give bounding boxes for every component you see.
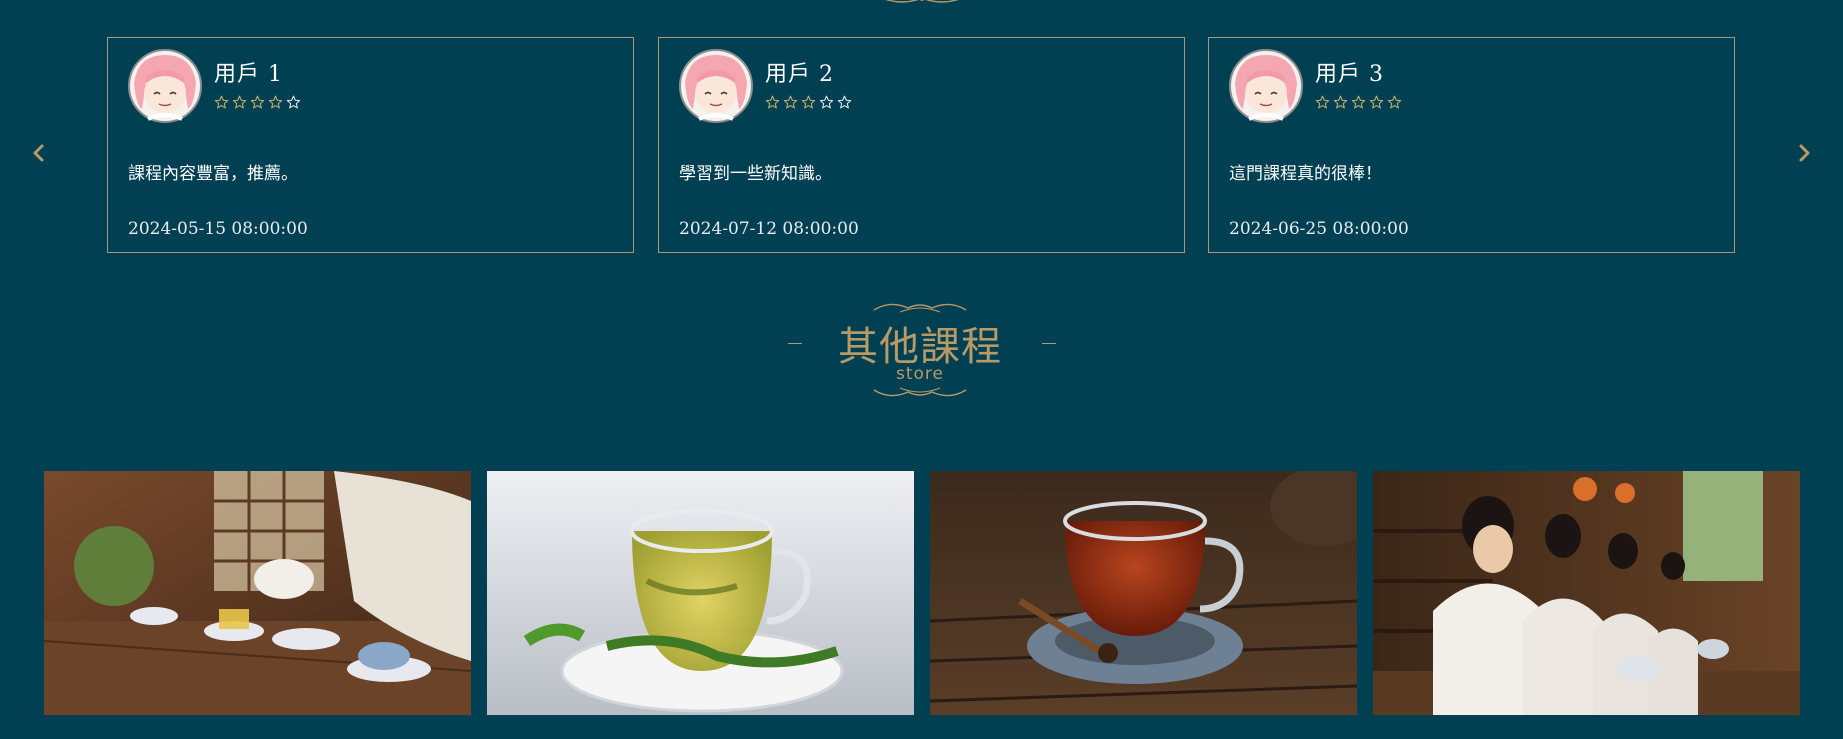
- user-name: 用戶 2: [765, 62, 834, 87]
- star-rating: [765, 95, 852, 110]
- review-date: 2024-06-25 08:00:00: [1229, 219, 1409, 239]
- chevron-right-icon[interactable]: [1792, 141, 1816, 165]
- star-rating: [214, 95, 301, 110]
- star-outline-icon: [801, 95, 816, 109]
- star-outline-icon: [232, 95, 247, 109]
- star-outline-icon: [819, 95, 834, 109]
- section-heading: 其他課程 store: [760, 300, 1080, 405]
- avatar: [1229, 49, 1303, 123]
- review-text: 課程內容豐富，推薦。: [128, 164, 298, 184]
- star-outline-icon: [1351, 95, 1366, 109]
- course-image-black-tea[interactable]: [930, 471, 1357, 715]
- course-image-tea-class[interactable]: [1373, 471, 1800, 715]
- chevron-left-icon[interactable]: [27, 141, 51, 165]
- star-rating: [1315, 95, 1402, 110]
- star-outline-icon: [837, 95, 852, 109]
- avatar: [128, 49, 202, 123]
- star-outline-icon: [765, 95, 780, 109]
- star-outline-icon: [214, 95, 229, 109]
- star-outline-icon: [1387, 95, 1402, 109]
- star-outline-icon: [250, 95, 265, 109]
- user-name: 用戶 1: [214, 62, 283, 87]
- section-subtitle: store: [896, 364, 944, 384]
- star-outline-icon: [1333, 95, 1348, 109]
- review-date: 2024-07-12 08:00:00: [679, 219, 859, 239]
- top-ornament: [885, 0, 959, 3]
- course-image-green-tea[interactable]: [487, 471, 914, 715]
- review-card: 用戶 1 課程內容豐富，推薦。 2024-05-15 08:00:00: [107, 37, 634, 253]
- star-outline-icon: [268, 95, 283, 109]
- course-image-tea-ceremony[interactable]: [44, 471, 471, 715]
- review-card: 用戶 3 這門課程真的很棒！ 2024-06-25 08:00:00: [1208, 37, 1735, 253]
- ornament-bottom-icon: [873, 387, 967, 397]
- title-dash: [1042, 343, 1056, 344]
- star-outline-icon: [1369, 95, 1384, 109]
- review-text: 這門課程真的很棒！: [1229, 164, 1382, 184]
- star-outline-icon: [783, 95, 798, 109]
- star-outline-icon: [286, 95, 301, 109]
- review-text: 學習到一些新知識。: [679, 164, 832, 184]
- review-date: 2024-05-15 08:00:00: [128, 219, 308, 239]
- ornament-top-icon: [873, 303, 967, 313]
- star-outline-icon: [1315, 95, 1330, 109]
- avatar: [679, 49, 753, 123]
- review-card: 用戶 2 學習到一些新知識。 2024-07-12 08:00:00: [658, 37, 1185, 253]
- user-name: 用戶 3: [1315, 62, 1384, 87]
